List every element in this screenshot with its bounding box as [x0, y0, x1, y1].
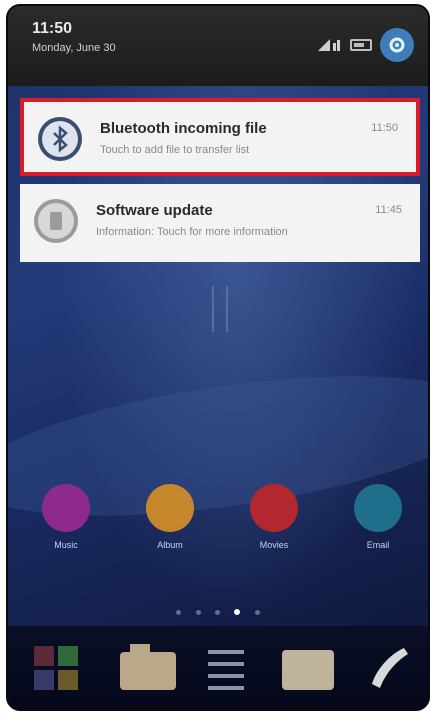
app-movies[interactable]: Movies [246, 484, 302, 550]
bottom-dock [8, 626, 428, 709]
battery-icon [350, 39, 372, 51]
app-email[interactable]: Email [350, 484, 406, 550]
quick-settings-button[interactable] [380, 28, 414, 62]
page-dot [195, 610, 201, 615]
update-icon [34, 199, 78, 243]
notification-subtitle: Information: Touch for more information [96, 226, 288, 238]
page-dot [176, 610, 182, 615]
app-label: Music [54, 540, 78, 550]
dock-messaging-icon[interactable] [278, 640, 338, 701]
status-time: 11:50 [32, 20, 73, 37]
app-label: Album [157, 540, 183, 550]
status-date: Monday, June 30 [32, 42, 116, 54]
phone-screen: 11:50 Monday, June 30 Bluetooth incoming… [6, 4, 430, 711]
album-icon [146, 484, 194, 532]
notification-panel-header: 11:50 Monday, June 30 [8, 6, 428, 86]
app-music[interactable]: Music [38, 484, 94, 550]
dock-folder[interactable] [30, 640, 86, 701]
email-icon [354, 484, 402, 532]
music-icon [42, 484, 90, 532]
signal-icon [318, 39, 340, 51]
status-icons [316, 28, 414, 62]
page-dot [254, 610, 260, 615]
page-dot [215, 610, 220, 615]
movies-icon [250, 484, 298, 532]
notification-title: Software update [96, 202, 213, 219]
app-label: Email [366, 540, 390, 550]
panel-drag-handle[interactable] [212, 286, 228, 332]
notification-title: Bluetooth incoming file [100, 120, 267, 137]
home-app-row: Music Album Movies Email [8, 484, 428, 584]
notification-software-update[interactable]: Software update Information: Touch for m… [20, 184, 420, 262]
settings-icon [389, 37, 405, 53]
bluetooth-icon [38, 117, 82, 161]
notification-time: 11:50 [371, 122, 398, 134]
notification-bluetooth[interactable]: Bluetooth incoming file Touch to add fil… [20, 98, 420, 176]
page-dot-active [234, 609, 241, 615]
notification-subtitle: Touch to add file to transfer list [100, 144, 250, 156]
page-indicator [8, 602, 428, 620]
notification-time: 11:45 [375, 204, 402, 216]
dock-camera-icon[interactable] [116, 640, 180, 701]
phone-icon[interactable] [360, 640, 416, 701]
app-album[interactable]: Album [142, 484, 198, 550]
app-drawer-icon[interactable] [204, 640, 248, 701]
app-label: Movies [259, 540, 289, 550]
